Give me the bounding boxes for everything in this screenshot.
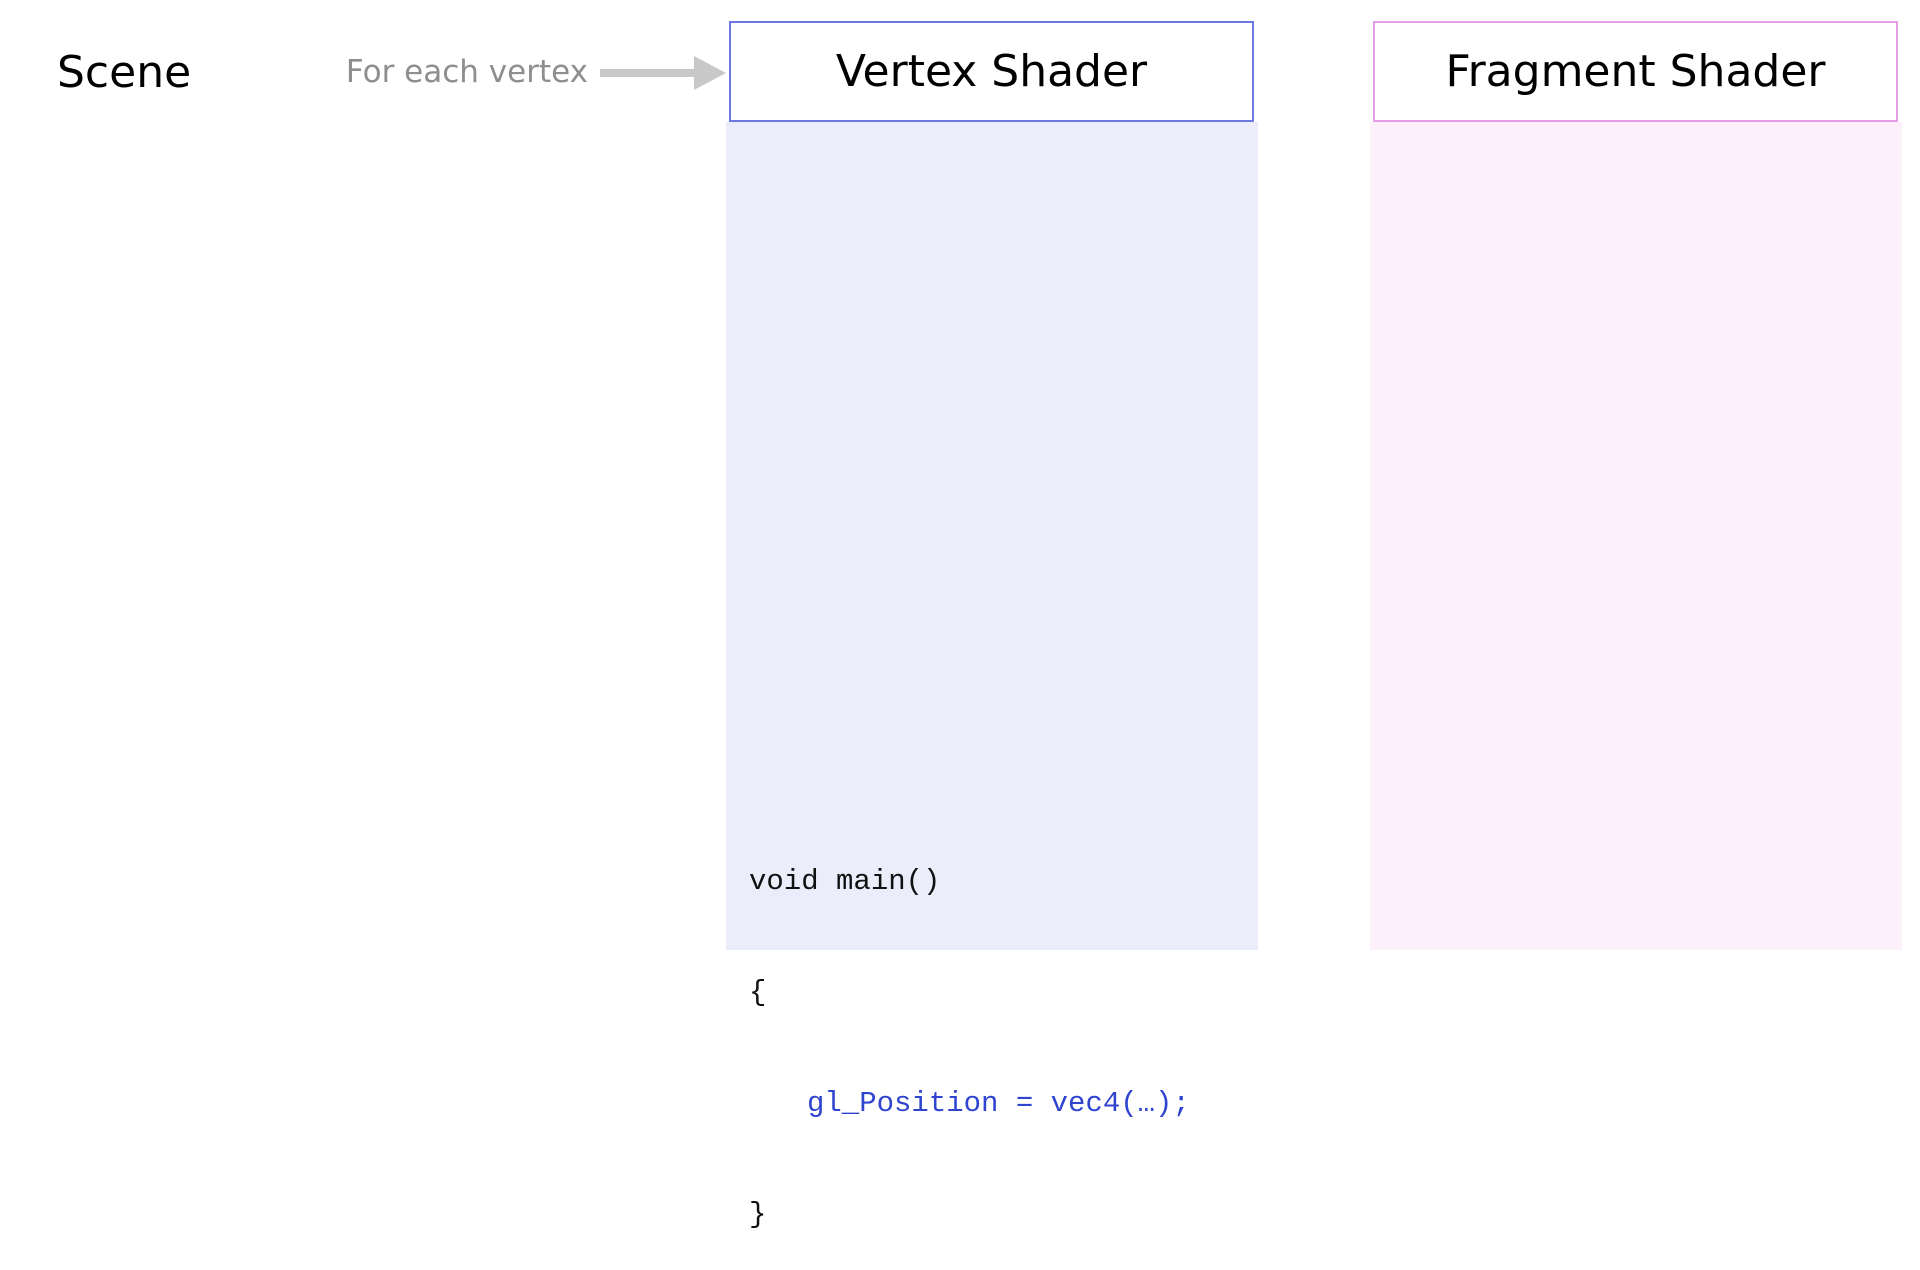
vertex-shader-header: Vertex Shader [729,21,1254,122]
fragment-shader-title: Fragment Shader [1445,46,1826,97]
vertex-shader-title: Vertex Shader [835,46,1148,97]
fragment-shader-header: Fragment Shader [1373,21,1898,122]
arrow-shaft [600,69,698,77]
code-line-signature: void main() [749,865,941,898]
right-arrow-icon [600,56,726,90]
code-line-gl-position: gl_Position = vec4(…); [807,1087,1190,1120]
fragment-shader-panel [1370,122,1902,950]
vertex-shader-code: void main() { gl_Position = vec4(…); } [749,789,1190,1270]
code-line-close-brace: } [749,1198,767,1231]
for-each-vertex-caption: For each vertex [345,54,588,90]
arrow-head [694,56,726,90]
code-line-open-brace: { [749,976,767,1009]
